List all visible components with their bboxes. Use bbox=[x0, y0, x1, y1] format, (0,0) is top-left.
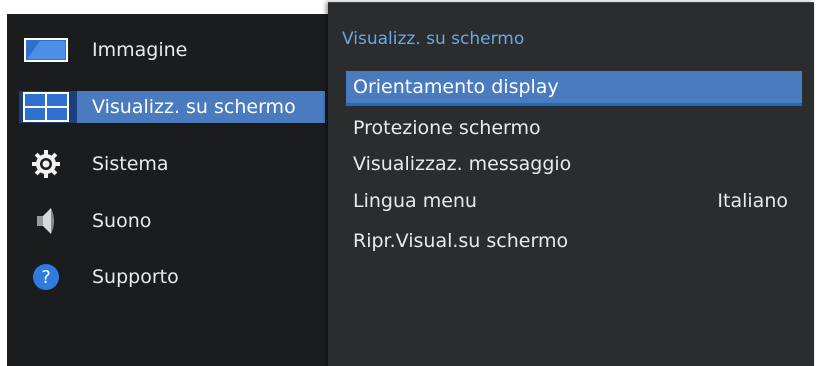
onscreen-display-icon bbox=[23, 91, 69, 123]
menu-item-immagine[interactable]: Immagine bbox=[7, 30, 337, 70]
submenu-item-orientamento-display[interactable]: Orientamento display bbox=[346, 71, 802, 106]
submenu-item-label: Lingua menu bbox=[353, 190, 477, 212]
submenu-item-protezione-schermo[interactable]: Protezione schermo bbox=[346, 112, 802, 144]
menu-item-label: Sistema bbox=[92, 153, 169, 175]
submenu-title: Visualizz. su schermo bbox=[342, 29, 525, 49]
submenu-item-label: Orientamento display bbox=[353, 76, 559, 98]
question-icon: ? bbox=[23, 261, 69, 293]
submenu-panel: Visualizz. su schermo Orientamento displ… bbox=[328, 2, 814, 366]
menu-item-label: Immagine bbox=[92, 39, 188, 61]
menu-item-suono[interactable]: Suono bbox=[7, 201, 337, 241]
svg-text:?: ? bbox=[41, 267, 51, 288]
submenu-item-label: Ripr.Visual.su schermo bbox=[353, 230, 569, 252]
menu-item-sistema[interactable]: Sistema bbox=[7, 144, 337, 184]
submenu-item-lingua-menu[interactable]: Lingua menu Italiano bbox=[346, 185, 802, 217]
menu-item-label: Supporto bbox=[92, 266, 179, 288]
menu-item-visualizz-su-schermo[interactable]: Visualizz. su schermo bbox=[7, 87, 337, 127]
menu-item-label: Visualizz. su schermo bbox=[92, 96, 296, 118]
gear-icon bbox=[23, 148, 69, 180]
main-menu: Immagine Visualizz. su schermo Sistema S… bbox=[7, 14, 337, 366]
submenu-item-label: Visualizzaz. messaggio bbox=[353, 153, 572, 175]
picture-icon bbox=[23, 34, 69, 66]
submenu-item-value: Italiano bbox=[717, 190, 788, 212]
speaker-icon bbox=[23, 205, 69, 237]
submenu-item-visualizzaz-messaggio[interactable]: Visualizzaz. messaggio bbox=[346, 148, 802, 180]
menu-screen: Immagine Visualizz. su schermo Sistema S… bbox=[0, 0, 822, 366]
menu-item-supporto[interactable]: ? Supporto bbox=[7, 257, 337, 297]
menu-item-label: Suono bbox=[92, 210, 152, 232]
submenu-item-ripr-visual-su-schermo[interactable]: Ripr.Visual.su schermo bbox=[346, 225, 802, 257]
submenu-item-label: Protezione schermo bbox=[353, 117, 541, 139]
